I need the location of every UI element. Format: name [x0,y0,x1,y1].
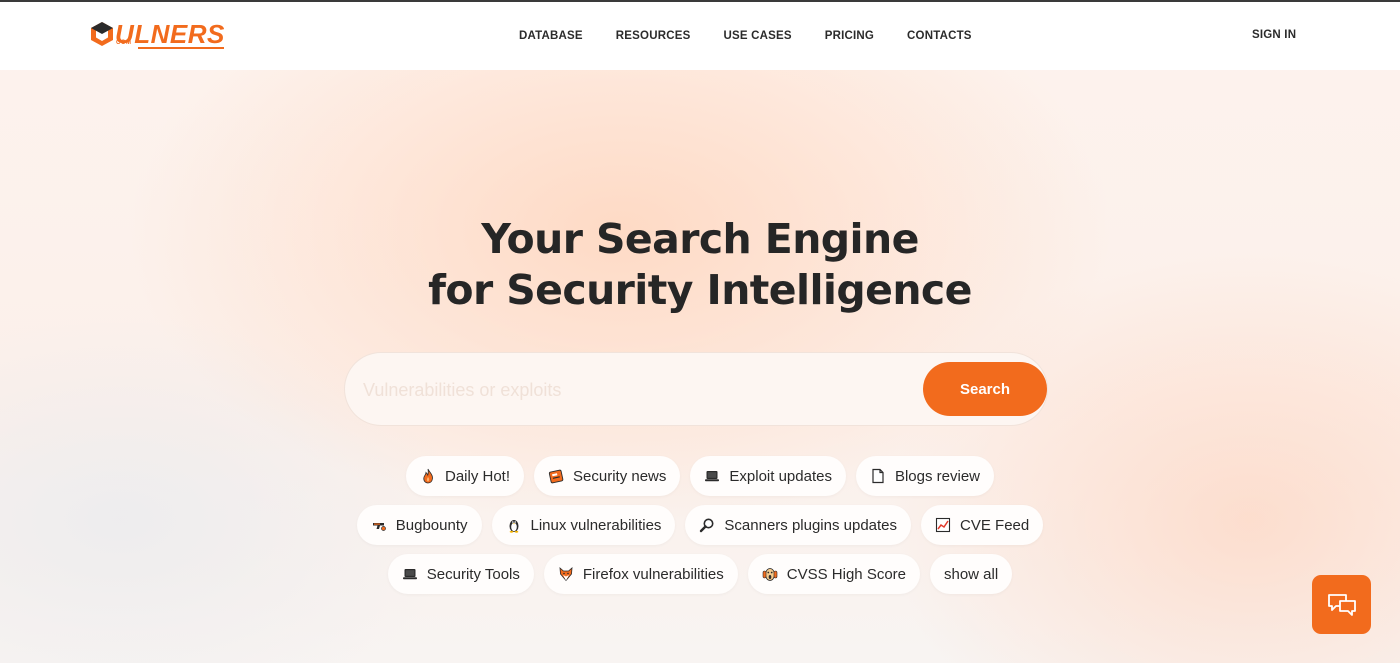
hero-headline: Your Search Engine for Security Intellig… [300,214,1100,316]
chip-blogs-review[interactable]: Blogs review [855,456,995,496]
search-button[interactable]: Search [923,362,1047,416]
chip-show-all[interactable]: show all [930,554,1013,594]
chip-cve-feed[interactable]: CVE Feed [921,505,1044,545]
chip-security-tools[interactable]: Security Tools [387,554,534,594]
logo-com-label: COM [116,40,132,46]
magnifier-icon [699,517,715,533]
scream-icon [762,566,778,582]
document-icon [870,468,886,484]
chip-label: Exploit updates [729,467,832,485]
nav-database[interactable]: DATABASE [519,30,583,42]
chip-label: CVE Feed [960,516,1030,534]
quick-links-row-2: Bugbounty Linux vulnerabilities Scanners… [0,505,1400,545]
nav-pricing[interactable]: PRICING [825,30,874,42]
chip-firefox-vulnerabilities[interactable]: Firefox vulnerabilities [543,554,738,594]
chip-label: show all [944,565,999,583]
chip-label: Scanners plugins updates [724,516,898,534]
site-header: ULNERS COM DATABASE RESOURCES USE CASES … [0,2,1400,70]
chip-label: CVSS High Score [786,565,906,583]
newspaper-icon [548,468,564,484]
laptop-icon [402,566,418,582]
logo-hexagon-icon [91,22,113,46]
nav-contacts[interactable]: CONTACTS [907,30,972,42]
sign-in-link[interactable]: SIGN IN [1252,29,1296,41]
chat-button[interactable] [1312,575,1371,634]
chip-security-news[interactable]: Security news [534,456,681,496]
main-navigation: DATABASE RESOURCES USE CASES PRICING CON… [519,2,1005,70]
fire-icon [420,468,436,484]
quick-links-row-1: Daily Hot! Security news Exploit updates… [0,456,1400,496]
chat-bubbles-icon [1327,593,1356,616]
penguin-icon [506,517,522,533]
chip-label: Linux vulnerabilities [530,516,662,534]
logo-underline [138,47,224,49]
search-input[interactable] [363,371,903,409]
headline-line-2: for Security Intelligence [428,266,972,314]
chip-label: Firefox vulnerabilities [582,565,724,583]
chip-scanners-plugins-updates[interactable]: Scanners plugins updates [685,505,912,545]
search-bar: Search [344,352,1048,426]
fox-icon [558,566,574,582]
quick-links-row-3: Security Tools Firefox vulnerabilities C… [0,554,1400,594]
chip-label: Security Tools [426,565,520,583]
chip-label: Daily Hot! [444,467,511,485]
chip-bugbounty[interactable]: Bugbounty [356,505,482,545]
chip-label: Blogs review [894,467,981,485]
headline-line-1: Your Search Engine [481,215,919,263]
chart-icon [935,517,951,533]
chip-label: Security news [573,467,667,485]
nav-resources[interactable]: RESOURCES [616,30,691,42]
chip-daily-hot[interactable]: Daily Hot! [405,456,525,496]
chip-cvss-high-score[interactable]: CVSS High Score [747,554,920,594]
nav-use-cases[interactable]: USE CASES [723,30,791,42]
chip-linux-vulnerabilities[interactable]: Linux vulnerabilities [491,505,676,545]
bug-gun-icon [371,517,387,533]
laptop-icon [704,468,720,484]
chip-label: Bugbounty [395,516,468,534]
chip-exploit-updates[interactable]: Exploit updates [690,456,846,496]
vulners-logo[interactable]: ULNERS COM [90,19,225,49]
